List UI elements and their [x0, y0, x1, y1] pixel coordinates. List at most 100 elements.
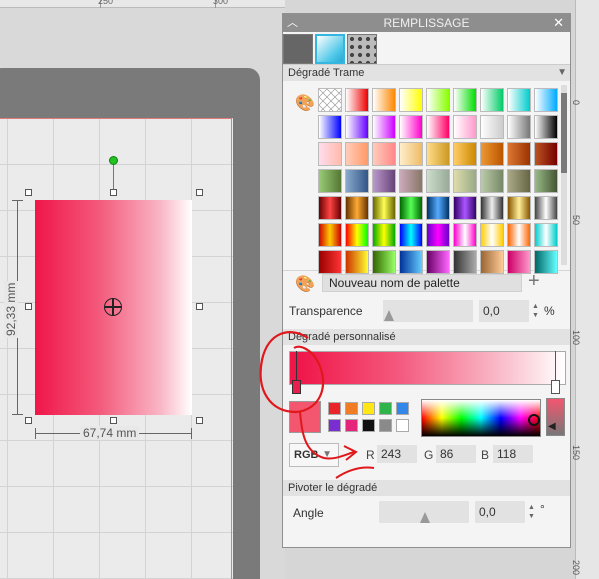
gradient-swatch[interactable] [372, 169, 396, 193]
swatch-scroll-thumb[interactable] [561, 93, 567, 173]
angle-slider-thumb[interactable] [420, 512, 430, 523]
gradient-swatch[interactable] [426, 88, 450, 112]
gradient-swatch[interactable] [507, 115, 531, 139]
gradient-swatch[interactable] [480, 88, 504, 112]
gradient-swatch[interactable] [318, 142, 342, 166]
resize-handle-tr[interactable] [196, 189, 203, 196]
collapse-chevron-icon[interactable]: ︿ [287, 14, 298, 32]
gradient-swatch[interactable] [345, 115, 369, 139]
gradient-swatch[interactable] [426, 223, 450, 247]
spin-down-icon[interactable]: ▼ [528, 513, 535, 521]
gradient-swatch[interactable] [345, 88, 369, 112]
gradient-swatch[interactable] [345, 223, 369, 247]
gradient-swatch[interactable] [318, 115, 342, 139]
gradient-swatch[interactable] [399, 223, 423, 247]
basic-color-swatch[interactable] [379, 419, 392, 432]
resize-handle-br[interactable] [196, 417, 203, 424]
gradient-swatch[interactable] [426, 142, 450, 166]
gradient-swatch[interactable] [507, 88, 531, 112]
gradient-swatch[interactable] [480, 169, 504, 193]
gradient-swatch[interactable] [318, 223, 342, 247]
gradient-swatch[interactable] [426, 169, 450, 193]
gradient-swatch[interactable] [345, 169, 369, 193]
gradient-swatch[interactable] [534, 142, 558, 166]
resize-handle-t[interactable] [110, 189, 117, 196]
gradient-swatch[interactable] [372, 196, 396, 220]
gradient-swatch[interactable] [399, 115, 423, 139]
spin-down-icon[interactable]: ▼ [532, 312, 539, 320]
spin-up-icon[interactable]: ▲ [528, 504, 535, 512]
transparency-input[interactable]: 0,0 [479, 300, 529, 322]
gradient-swatch[interactable] [399, 88, 423, 112]
gradient-swatch[interactable] [372, 142, 396, 166]
gradient-swatch[interactable] [480, 115, 504, 139]
gradient-swatch[interactable] [453, 115, 477, 139]
gradient-swatch[interactable] [453, 223, 477, 247]
b-input[interactable]: 118 [493, 445, 533, 463]
basic-color-swatch[interactable] [362, 402, 375, 415]
close-icon[interactable]: ✕ [553, 14, 564, 32]
basic-color-swatch[interactable] [345, 402, 358, 415]
color-spectrum[interactable] [421, 399, 541, 437]
basic-color-swatch[interactable] [328, 419, 341, 432]
no-fill-swatch[interactable] [318, 88, 342, 112]
resize-handle-tl[interactable] [25, 189, 32, 196]
gradient-swatch[interactable] [372, 115, 396, 139]
resize-handle-b[interactable] [110, 417, 117, 424]
basic-color-swatch[interactable] [362, 419, 375, 432]
gradient-swatch[interactable] [426, 115, 450, 139]
dropdown-triangle-icon[interactable]: ▼ [557, 65, 567, 81]
gradient-swatch[interactable] [507, 142, 531, 166]
resize-handle-l[interactable] [25, 303, 32, 310]
basic-color-swatch[interactable] [379, 402, 392, 415]
gradient-swatch[interactable] [534, 88, 558, 112]
gradient-stop-right[interactable] [551, 380, 560, 394]
basic-color-swatch[interactable] [396, 402, 409, 415]
angle-input[interactable]: 0,0 [475, 501, 525, 523]
gradient-swatch[interactable] [480, 196, 504, 220]
gradient-swatch[interactable] [372, 223, 396, 247]
basic-color-swatch[interactable] [396, 419, 409, 432]
gradient-swatch[interactable] [534, 196, 558, 220]
gradient-swatch[interactable] [453, 169, 477, 193]
gradient-swatch[interactable] [453, 88, 477, 112]
palette-icon[interactable]: 🎨 [295, 274, 315, 294]
gradient-swatch[interactable] [534, 223, 558, 247]
palette-name-field[interactable]: Nouveau nom de palette [322, 274, 522, 292]
transparency-slider[interactable] [383, 300, 473, 322]
gradient-swatch[interactable] [372, 88, 396, 112]
tab-solid-fill[interactable] [283, 34, 313, 64]
gradient-swatch[interactable] [507, 196, 531, 220]
gradient-swatch[interactable] [426, 196, 450, 220]
palette-icon[interactable]: 🎨 [295, 93, 315, 113]
gradient-swatch[interactable] [534, 169, 558, 193]
gradient-swatch[interactable] [318, 196, 342, 220]
rotate-handle[interactable] [109, 156, 118, 165]
section-gradient-pattern[interactable]: Dégradé Trame ▼ [283, 65, 570, 81]
color-mode-select[interactable]: RGB ▼ [289, 443, 339, 467]
resize-handle-r[interactable] [196, 303, 203, 310]
spectrum-picker-icon[interactable] [528, 414, 540, 426]
gradient-swatch[interactable] [507, 223, 531, 247]
gradient-swatch[interactable] [318, 169, 342, 193]
g-input[interactable]: 86 [436, 445, 476, 463]
gradient-swatch[interactable] [399, 169, 423, 193]
gradient-swatch[interactable] [453, 142, 477, 166]
panel-title-bar[interactable]: ︿ REMPLISSAGE ✕ [283, 14, 570, 32]
add-palette-button[interactable]: + [528, 270, 540, 293]
gradient-swatch[interactable] [399, 142, 423, 166]
gradient-swatch[interactable] [507, 169, 531, 193]
spin-up-icon[interactable]: ▲ [532, 303, 539, 311]
gradient-stop-left[interactable] [292, 380, 301, 394]
gradient-swatch[interactable] [399, 196, 423, 220]
tab-gradient-fill[interactable] [315, 34, 345, 64]
transparency-slider-thumb[interactable] [384, 310, 394, 321]
r-input[interactable]: 243 [377, 445, 417, 463]
gradient-preview-bar[interactable] [289, 351, 566, 385]
gradient-swatch[interactable] [345, 142, 369, 166]
basic-color-swatch[interactable] [345, 419, 358, 432]
resize-handle-bl[interactable] [25, 417, 32, 424]
brightness-arrow-icon[interactable]: ◀ [548, 421, 556, 432]
gradient-swatch[interactable] [480, 142, 504, 166]
basic-color-swatch[interactable] [328, 402, 341, 415]
